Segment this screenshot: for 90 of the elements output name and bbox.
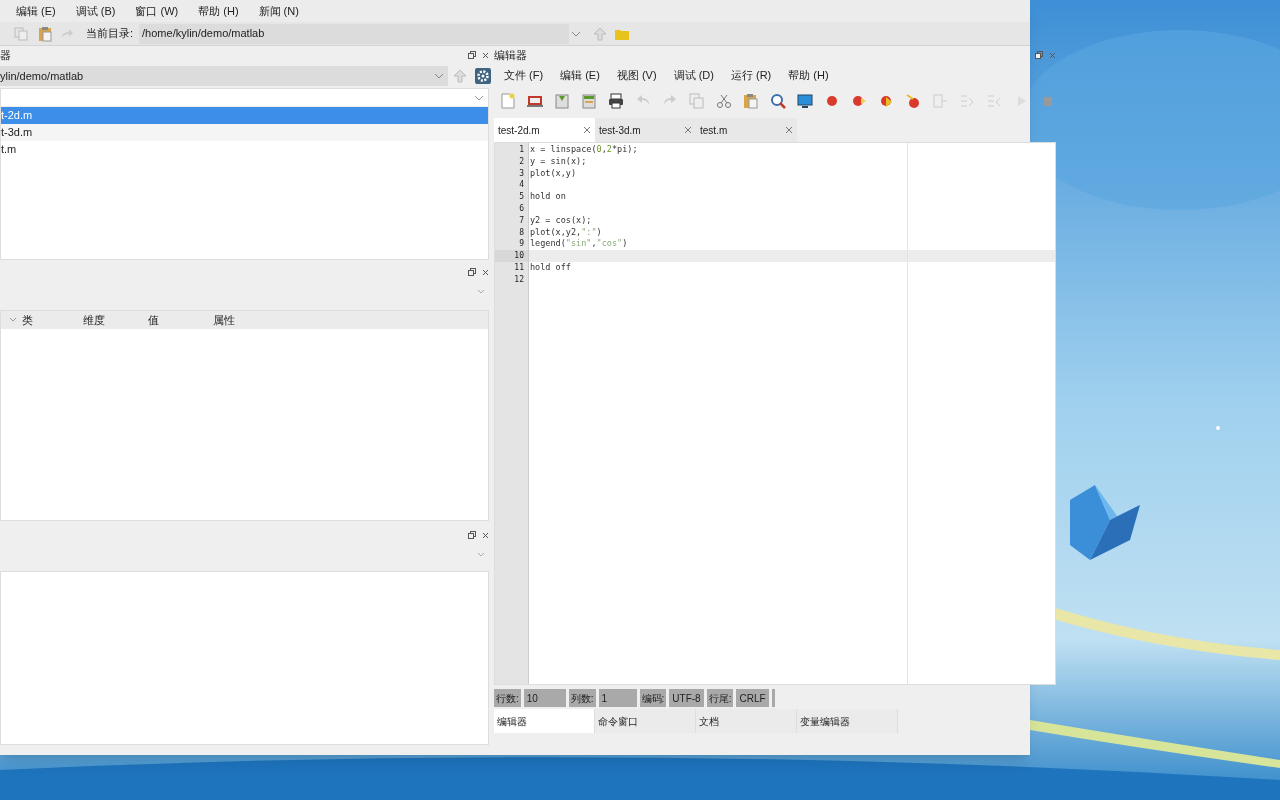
dropdown-icon[interactable] (477, 289, 485, 295)
column-header[interactable]: 属性 (213, 311, 273, 329)
status-label: 列数: (568, 689, 596, 707)
panel-title: 器 (0, 47, 11, 63)
breakpoint-clear-icon[interactable] (851, 93, 867, 109)
close-icon[interactable] (482, 531, 489, 539)
close-icon[interactable] (684, 126, 692, 134)
dropdown-icon[interactable] (477, 552, 485, 558)
code-line: legend("sin","cos") (529, 238, 629, 251)
panel-tab[interactable]: 文档 (696, 709, 797, 733)
line-number: 12 (513, 273, 525, 286)
line-number: 7 (518, 214, 525, 227)
settings-icon[interactable] (475, 68, 491, 84)
sort-chevron-icon[interactable] (9, 317, 17, 323)
undock-icon[interactable] (468, 268, 476, 276)
code-line: hold on (529, 191, 567, 203)
up-arrow-icon[interactable] (453, 69, 467, 83)
print-icon[interactable] (608, 93, 624, 109)
dropdown-icon[interactable] (474, 93, 484, 102)
breakpoint-condition-icon[interactable] (905, 93, 921, 109)
menu-item[interactable]: 窗口 (W) (135, 2, 179, 20)
close-icon[interactable] (482, 51, 489, 59)
dropdown-icon[interactable] (571, 29, 582, 38)
code-line: y = sin(x); (529, 155, 588, 168)
status-label: 编码: (639, 689, 667, 707)
line-number: 10 (495, 250, 528, 262)
file-list-item[interactable]: t-3d.m (1, 124, 488, 141)
panel-title: 编辑器 (494, 47, 527, 63)
up-arrow-icon[interactable] (593, 26, 608, 41)
code-line: x = linspace(0,2*pi); (529, 144, 639, 156)
close-icon[interactable] (583, 126, 591, 134)
cut-icon[interactable] (716, 93, 732, 109)
new-file-icon[interactable] (500, 93, 516, 109)
menu-item[interactable]: 新闻 (N) (258, 2, 299, 20)
menu-item[interactable]: 文件 (F) (504, 66, 544, 84)
editor-tab[interactable]: test.m (696, 118, 797, 142)
breakpoint-icon[interactable] (824, 93, 840, 109)
dropdown-icon[interactable] (434, 72, 444, 80)
save-all-icon[interactable] (581, 93, 597, 109)
status-value: UTF-8 (669, 689, 704, 707)
status-divider (771, 689, 775, 707)
undock-icon[interactable] (468, 51, 476, 59)
status-label: 行数: (494, 689, 521, 707)
menu-item[interactable]: 运行 (R) (730, 66, 772, 84)
column-header[interactable]: 维度 (83, 311, 143, 329)
panel-tab[interactable]: 变量编辑器 (797, 709, 898, 733)
status-value: CRLF (736, 689, 769, 707)
menu-item[interactable]: 调试 (B) (75, 2, 116, 20)
current-directory-field[interactable]: /home/kylin/demo/matlab (139, 23, 570, 44)
column-header[interactable]: 类 (22, 311, 78, 329)
breakpoint-next-icon[interactable] (878, 93, 894, 109)
status-label: 行尾: (706, 689, 734, 707)
code-line: plot(x,y) (529, 167, 578, 180)
undock-icon[interactable] (468, 531, 476, 539)
path-field[interactable]: ylin/demo/matlab (0, 66, 448, 86)
line-number: 4 (518, 179, 525, 192)
status-value: 10 (523, 689, 566, 707)
menu-item[interactable]: 调试 (D) (673, 66, 714, 84)
editor-tab[interactable]: test-2d.m (494, 118, 595, 142)
code-line: y2 = cos(x); (529, 214, 593, 227)
code-line: hold off (529, 261, 572, 274)
close-icon[interactable] (785, 126, 793, 134)
panel-tab[interactable]: 编辑器 (494, 709, 595, 733)
menu-item[interactable]: 视图 (V) (616, 66, 657, 84)
line-number: 5 (518, 191, 525, 203)
status-value: 1 (598, 689, 637, 707)
paste-icon[interactable] (38, 25, 52, 42)
menu-item[interactable]: 编辑 (E) (16, 2, 56, 20)
menu-item[interactable]: 帮助 (H) (198, 2, 239, 20)
line-number: 3 (518, 167, 525, 180)
line-number: 9 (518, 238, 525, 251)
close-icon[interactable] (482, 268, 489, 276)
undock-icon[interactable] (1035, 51, 1043, 59)
menu-item[interactable]: 编辑 (E) (560, 66, 600, 84)
line-number: 11 (513, 261, 525, 274)
menu-item[interactable]: 帮助 (H) (788, 66, 829, 84)
line-number: 1 (518, 144, 525, 156)
line-number: 2 (518, 155, 525, 168)
current-directory-label: 当前目录: (86, 26, 134, 42)
panel-tab[interactable]: 命令窗口 (595, 709, 696, 733)
line-number: 8 (518, 226, 525, 239)
column-header[interactable]: 值 (148, 311, 208, 329)
open-icon[interactable] (527, 93, 543, 109)
code-line: plot(x,y2,":") (529, 226, 603, 239)
save-icon[interactable] (554, 93, 570, 109)
line-number: 6 (518, 203, 525, 215)
monitor-icon[interactable] (797, 93, 813, 109)
editor-tab[interactable]: test-3d.m (595, 118, 696, 142)
paste-icon[interactable] (743, 93, 759, 109)
search-icon[interactable] (770, 93, 786, 109)
